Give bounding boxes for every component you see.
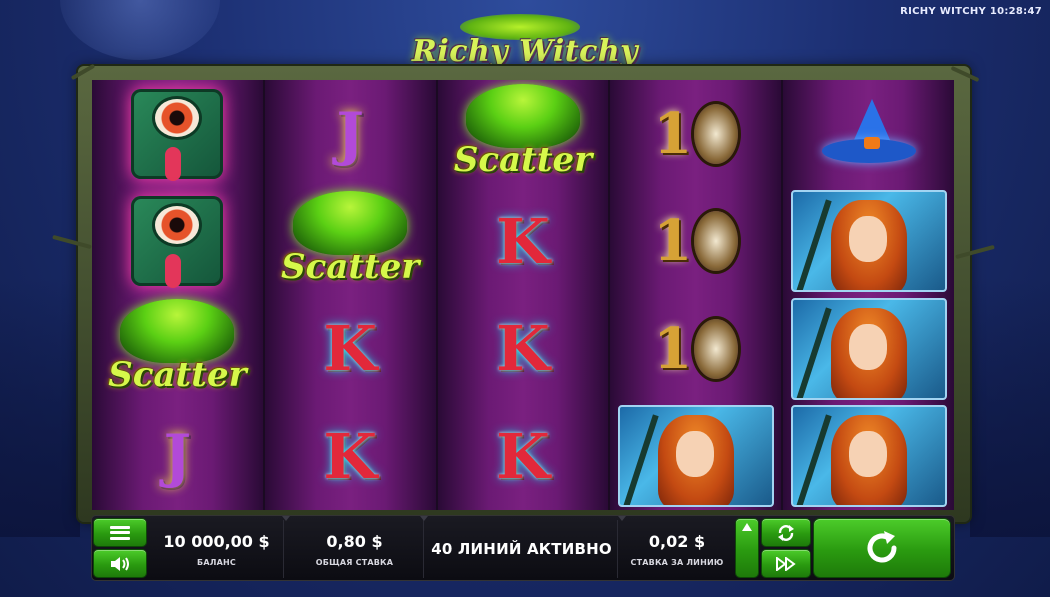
j-boot-symbol: J xyxy=(163,422,192,490)
bet-up-button[interactable] xyxy=(736,519,758,577)
eye-book-icon xyxy=(131,196,224,288)
eye-book-icon xyxy=(131,88,224,181)
fast-forward-icon xyxy=(776,556,796,571)
sound-button[interactable] xyxy=(94,550,146,577)
total-bet-block[interactable]: 0,80 $ ОБЩАЯ СТАВКА xyxy=(286,520,424,578)
line-bet-block[interactable]: 0,02 $ СТАВКА ЗА ЛИНИЮ xyxy=(622,520,732,578)
ten-digit: 1 xyxy=(653,315,693,382)
line-bet-label: СТАВКА ЗА ЛИНИЮ xyxy=(630,557,724,567)
reel-cell: 1 xyxy=(610,80,781,187)
witch-portrait-icon xyxy=(617,405,774,507)
k-symbol: K xyxy=(323,419,378,493)
reel-5 xyxy=(783,80,954,510)
total-bet-value: 0,80 $ xyxy=(326,531,383,551)
scatter-label: Scatter xyxy=(108,354,247,395)
scatter-label: Scatter xyxy=(453,139,593,180)
balance-value: 10 000,00 $ xyxy=(163,531,270,551)
k-symbol: K xyxy=(496,312,550,385)
reel-cell: Scatter xyxy=(92,295,263,402)
reel-cell: Scatter xyxy=(265,188,436,295)
ten-digit: 1 xyxy=(653,208,693,274)
reel-cell: J xyxy=(92,403,263,510)
reel-cell: K xyxy=(438,403,609,510)
reel-3: Scatter K K K xyxy=(437,80,609,510)
mirror-icon xyxy=(694,103,739,164)
ten-mirror-symbol: 1 xyxy=(653,208,739,274)
logo-text: Richy Witchy xyxy=(411,34,639,69)
k-symbol: K xyxy=(496,204,550,278)
spin-button[interactable] xyxy=(814,519,950,577)
autoplay-button[interactable] xyxy=(762,519,810,546)
status-bar-text: RICHY WITCHY 10:28:47 xyxy=(900,6,1042,17)
line-bet-value: 0,02 $ xyxy=(648,531,706,551)
witch-portrait-icon xyxy=(790,405,947,507)
reel-4: 1 1 1 xyxy=(610,80,782,510)
scatter-cauldron-icon: Scatter xyxy=(102,298,252,399)
spin-icon xyxy=(867,531,897,563)
mirror-icon xyxy=(694,211,739,271)
reel-cell xyxy=(783,403,954,510)
reel-cell: K xyxy=(438,188,609,295)
speaker-icon xyxy=(111,556,129,571)
lines-block[interactable]: 40 ЛИНИЙ АКТИВНО xyxy=(426,520,618,578)
scatter-cauldron-icon: Scatter xyxy=(275,191,425,291)
witch-hat-icon xyxy=(821,98,916,169)
reel-cell: 1 xyxy=(610,188,781,295)
ten-mirror-symbol: 1 xyxy=(653,315,739,382)
reel-cell xyxy=(92,188,263,295)
reel-cell xyxy=(783,188,954,295)
balance-block: 10 000,00 $ БАЛАНС xyxy=(150,520,284,578)
background-castle-left xyxy=(0,277,80,537)
menu-icon xyxy=(110,525,130,540)
witch-portrait-icon xyxy=(790,297,947,400)
reel-cell xyxy=(610,403,781,510)
k-symbol: K xyxy=(496,419,550,493)
reels-area[interactable]: Scatter J J Scatter K K Scatter K K K 1 1 1 xyxy=(92,80,954,510)
total-bet-label: ОБЩАЯ СТАВКА xyxy=(315,557,394,567)
reel-cell xyxy=(92,80,263,187)
reel-cell xyxy=(783,80,954,187)
reel-cell: J xyxy=(265,80,436,187)
reel-cell: 1 xyxy=(610,295,781,402)
balance-label: БАЛАНС xyxy=(197,557,236,567)
autoplay-icon xyxy=(778,524,794,541)
reel-cell xyxy=(783,295,954,402)
reel-cell: K xyxy=(265,403,436,510)
reel-cell: K xyxy=(265,295,436,402)
ten-digit: 1 xyxy=(653,100,693,167)
moon-glow xyxy=(60,0,220,60)
reel-2: J Scatter K K xyxy=(264,80,436,510)
ten-mirror-symbol: 1 xyxy=(653,100,739,167)
j-boot-symbol: J xyxy=(336,99,364,168)
lines-active-text: 40 ЛИНИЙ АКТИВНО xyxy=(431,540,612,558)
mirror-icon xyxy=(694,318,739,379)
k-symbol: K xyxy=(323,312,378,385)
reel-cell: K xyxy=(438,295,609,402)
menu-button[interactable] xyxy=(94,519,146,546)
arrow-up-icon xyxy=(742,523,752,531)
fast-forward-button[interactable] xyxy=(762,550,810,577)
scatter-cauldron-icon: Scatter xyxy=(448,83,598,184)
reel-cell: Scatter xyxy=(438,80,609,187)
background-castle-right xyxy=(970,277,1050,537)
witch-portrait-icon xyxy=(790,190,947,292)
reel-1: Scatter J xyxy=(92,80,263,510)
scatter-label: Scatter xyxy=(281,247,420,287)
